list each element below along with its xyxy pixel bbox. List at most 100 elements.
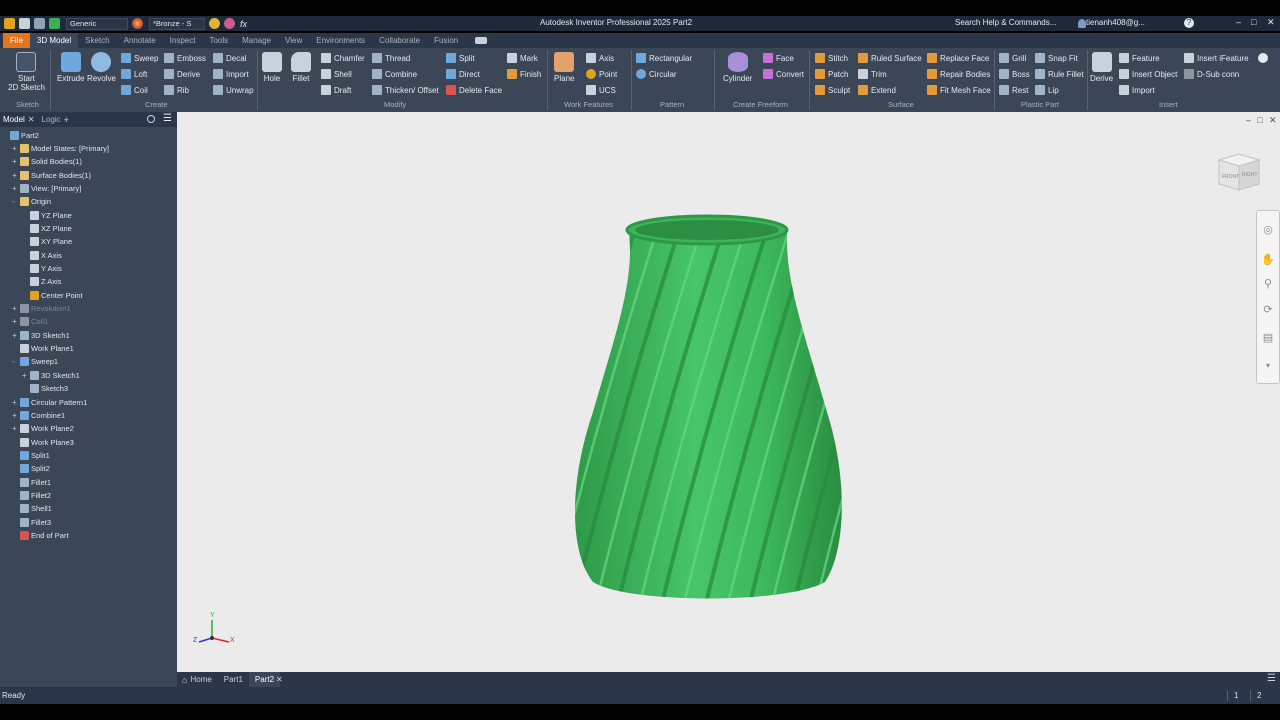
tab-fusion[interactable]: Fusion bbox=[427, 33, 465, 48]
expand-toggle[interactable]: + bbox=[12, 171, 20, 180]
search-help-box[interactable]: Search Help & Commands... bbox=[955, 18, 1056, 27]
cylinder-button[interactable]: Cylinder bbox=[723, 52, 752, 83]
insert-object-button[interactable]: Insert Object bbox=[1119, 69, 1177, 79]
browser-item[interactable]: Z Axis bbox=[22, 276, 61, 288]
fit-mesh-face-button[interactable]: Fit Mesh Face bbox=[927, 85, 991, 95]
browser-item[interactable]: Center Point bbox=[22, 289, 83, 301]
update-icon[interactable] bbox=[49, 18, 60, 29]
clear-override-icon[interactable] bbox=[224, 18, 235, 29]
axis-button[interactable]: Axis bbox=[586, 53, 614, 63]
material-select[interactable]: *Bronze - S bbox=[149, 17, 205, 30]
tab-environments[interactable]: Environments bbox=[309, 33, 372, 48]
close-part2-tab-icon[interactable]: ✕ bbox=[276, 675, 283, 684]
tab-part1[interactable]: Part1 bbox=[218, 672, 249, 687]
thicken-offset-button[interactable]: Thicken/ Offset bbox=[372, 85, 439, 95]
browser-item[interactable]: Fillet3 bbox=[12, 516, 51, 528]
lip-button[interactable]: Lip bbox=[1035, 85, 1059, 95]
vase-model[interactable] bbox=[177, 112, 1280, 672]
loft-button[interactable]: Loft bbox=[121, 69, 147, 79]
browser-item[interactable]: Fillet1 bbox=[12, 476, 51, 488]
tab-sketch[interactable]: Sketch bbox=[78, 33, 116, 48]
sculpt-button[interactable]: Sculpt bbox=[815, 85, 850, 95]
fx-parameters-button[interactable]: fx bbox=[240, 19, 247, 29]
rule-fillet-button[interactable]: Rule Fillet bbox=[1035, 69, 1084, 79]
ribbon-toggle-icon[interactable] bbox=[475, 37, 488, 44]
tab-manage[interactable]: Manage bbox=[235, 33, 278, 48]
ucs-button[interactable]: UCS bbox=[586, 85, 616, 95]
viewport-close-icon[interactable]: ✕ bbox=[1269, 115, 1277, 126]
expand-toggle[interactable]: + bbox=[12, 157, 20, 166]
revolve-button[interactable]: Revolve bbox=[87, 52, 116, 83]
tab-home[interactable]: Home bbox=[187, 672, 217, 687]
tab-collaborate[interactable]: Collaborate bbox=[372, 33, 427, 48]
browser-item[interactable]: Shell1 bbox=[12, 503, 52, 515]
color-wheel-icon[interactable] bbox=[132, 18, 143, 29]
tab-inspect[interactable]: Inspect bbox=[163, 33, 203, 48]
split-button[interactable]: Split bbox=[446, 53, 475, 63]
graphics-viewport[interactable]: – □ ✕ Y X Z bbox=[177, 112, 1280, 672]
circular-pattern-button[interactable]: Circular bbox=[636, 69, 677, 79]
rectangular-pattern-button[interactable]: Rectangular bbox=[636, 53, 692, 63]
browser-item[interactable]: Split1 bbox=[12, 449, 50, 461]
rest-button[interactable]: Rest bbox=[999, 85, 1028, 95]
view-cube[interactable]: FRONT RIGHT bbox=[1213, 148, 1265, 196]
expand-toggle[interactable]: - bbox=[12, 197, 20, 206]
mark-button[interactable]: Mark bbox=[507, 53, 538, 63]
browser-item[interactable]: Part2 bbox=[2, 129, 39, 141]
expand-toggle[interactable]: + bbox=[22, 371, 30, 380]
tab-model[interactable]: Model bbox=[0, 115, 28, 124]
adjust-icon[interactable] bbox=[209, 18, 220, 29]
tab-view[interactable]: View bbox=[278, 33, 309, 48]
browser-item[interactable]: Fillet2 bbox=[12, 489, 51, 501]
browser-item[interactable]: + Model States: [Primary] bbox=[12, 142, 109, 154]
feature-button[interactable]: Feature bbox=[1119, 53, 1160, 63]
expand-toggle[interactable]: + bbox=[12, 398, 20, 407]
steering-wheel-icon[interactable]: ◎ bbox=[1261, 223, 1275, 237]
dsub-connector-button[interactable]: D-Sub conn bbox=[1184, 69, 1239, 79]
browser-item[interactable]: +3D Sketch1 bbox=[22, 369, 80, 381]
emboss-button[interactable]: Emboss bbox=[164, 53, 206, 63]
close-button[interactable]: ✕ bbox=[1267, 17, 1275, 28]
derive-insert-button[interactable]: Derive bbox=[1090, 52, 1113, 83]
browser-item[interactable]: + Circular Pattern1 bbox=[12, 396, 87, 408]
browser-item[interactable]: XZ Plane bbox=[22, 222, 72, 234]
thread-button[interactable]: Thread bbox=[372, 53, 410, 63]
plane-button[interactable]: Plane bbox=[554, 52, 574, 83]
expand-toggle[interactable]: + bbox=[12, 424, 20, 433]
convert-button[interactable]: Convert bbox=[763, 69, 804, 79]
trim-button[interactable]: Trim bbox=[858, 69, 887, 79]
boss-button[interactable]: Boss bbox=[999, 69, 1030, 79]
browser-item[interactable]: X Axis bbox=[22, 249, 62, 261]
nav-customize-icon[interactable]: ▾ bbox=[1261, 361, 1275, 375]
close-model-tab-icon[interactable]: ✕ bbox=[28, 115, 35, 124]
browser-item[interactable]: + Work Plane2 bbox=[12, 423, 74, 435]
browser-item[interactable]: + Revolution1 bbox=[12, 303, 71, 315]
expand-toggle[interactable]: + bbox=[12, 317, 20, 326]
direct-button[interactable]: Direct bbox=[446, 69, 480, 79]
browser-item[interactable]: YZ Plane bbox=[22, 209, 72, 221]
replace-face-button[interactable]: Replace Face bbox=[927, 53, 989, 63]
browser-item[interactable]: Y Axis bbox=[22, 263, 62, 275]
look-at-icon[interactable]: ▤ bbox=[1261, 331, 1275, 345]
browser-item[interactable]: End of Part bbox=[12, 530, 69, 542]
unwrap-button[interactable]: Unwrap bbox=[213, 85, 254, 95]
hole-button[interactable]: Hole bbox=[262, 52, 282, 83]
browser-search-icon[interactable] bbox=[147, 115, 155, 123]
repair-bodies-button[interactable]: Repair Bodies bbox=[927, 69, 990, 79]
user-account[interactable]: tienanh408@g... bbox=[1086, 18, 1145, 27]
doc-tabs-menu-icon[interactable]: ☰ bbox=[1267, 673, 1276, 684]
extrude-button[interactable]: Extrude bbox=[57, 52, 85, 83]
snap-fit-button[interactable]: Snap Fit bbox=[1035, 53, 1078, 63]
browser-item[interactable]: + Surface Bodies(1) bbox=[12, 169, 91, 181]
browser-menu-icon[interactable]: ☰ bbox=[163, 113, 172, 124]
ruled-surface-button[interactable]: Ruled Surface bbox=[858, 53, 922, 63]
patch-button[interactable]: Patch bbox=[815, 69, 848, 79]
import-button[interactable]: Import bbox=[213, 69, 249, 79]
start-2d-sketch-button[interactable]: Start 2D Sketch bbox=[8, 52, 45, 92]
browser-item[interactable]: + Solid Bodies(1) bbox=[12, 156, 82, 168]
add-tab-icon[interactable]: + bbox=[64, 115, 69, 125]
orbit-icon[interactable]: ⟳ bbox=[1261, 303, 1275, 317]
derive-button[interactable]: Derive bbox=[164, 69, 200, 79]
expand-toggle[interactable]: + bbox=[12, 144, 20, 153]
new-icon[interactable] bbox=[19, 18, 30, 29]
